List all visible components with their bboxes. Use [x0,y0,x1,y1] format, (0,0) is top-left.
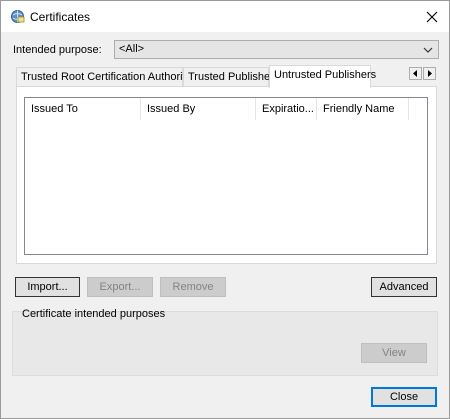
certificates-dialog: Certificates Intended purpose: <All> Tru… [0,0,450,419]
column-expiration[interactable]: Expiratio... [256,98,317,120]
chevron-down-icon [423,45,433,53]
tab-untrusted-publishers[interactable]: Untrusted Publishers [269,65,376,88]
export-button[interactable]: Export... [87,277,153,297]
certificate-icon [10,9,25,24]
arrow-right-icon [427,68,432,80]
tab-label: Untrusted Publishers [274,69,377,81]
tab-scroll-left[interactable] [409,67,422,80]
tab-label: Trusted Root Certification Authorities [21,71,200,83]
intended-purpose-label: Intended purpose: [13,44,102,56]
advanced-button[interactable]: Advanced [371,277,437,297]
tab-trusted-root[interactable]: Trusted Root Certification Authorities [16,67,200,87]
tab-trusted-publishers[interactable]: Trusted Publishers [183,67,279,87]
tab-scroll-right[interactable] [423,67,436,80]
view-button[interactable]: View [361,343,427,363]
remove-button[interactable]: Remove [160,277,226,297]
title-bar: Certificates [1,1,449,32]
intended-purposes-label: Certificate intended purposes [22,308,166,320]
column-issued-to[interactable]: Issued To [25,98,141,120]
arrow-left-icon [413,68,418,80]
column-issued-by[interactable]: Issued By [141,98,256,120]
close-icon[interactable] [415,1,449,32]
certificate-list[interactable]: Issued To Issued By Expiratio... Friendl… [24,97,428,255]
intended-purpose-value: <All> [119,43,145,55]
import-button[interactable]: Import... [15,277,80,297]
close-button[interactable]: Close [371,387,437,407]
tab-label: Trusted Publishers [188,71,280,83]
column-friendly-name[interactable]: Friendly Name [317,98,409,120]
window-title: Certificates [30,10,91,24]
intended-purpose-select[interactable]: <All> [114,40,439,59]
